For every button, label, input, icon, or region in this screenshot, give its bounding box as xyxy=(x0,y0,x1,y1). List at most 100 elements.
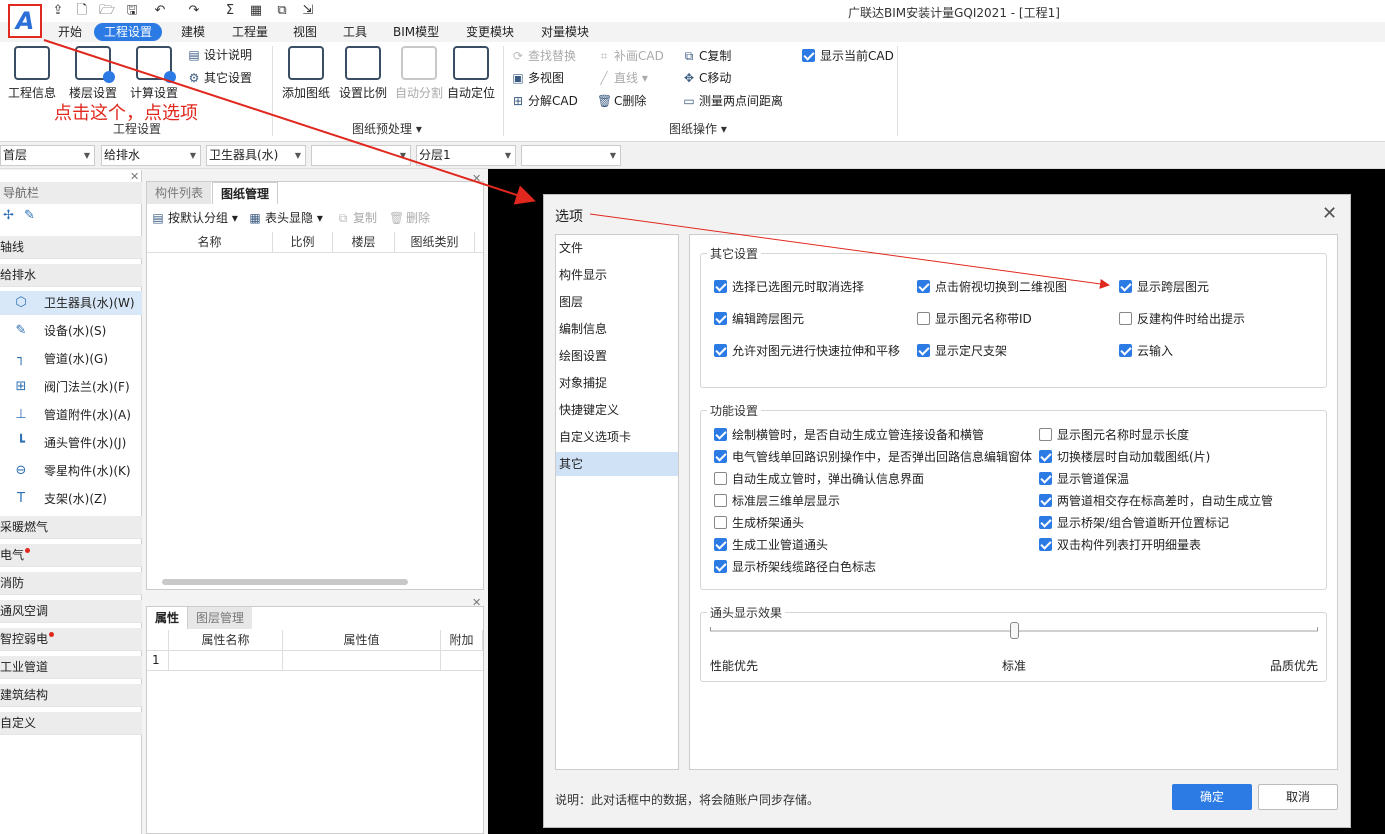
menu-quantity[interactable]: 工程量 xyxy=(232,23,268,41)
add-icon[interactable]: ✢ xyxy=(3,208,14,223)
column-header-scale[interactable]: 比例 xyxy=(273,232,333,252)
option-checkbox[interactable]: 生成工业管道通头 xyxy=(714,537,828,553)
discipline-select[interactable]: 给排水 ▼ xyxy=(101,145,201,166)
floor-settings-button[interactable]: 楼层设置 xyxy=(63,46,123,101)
nav-item[interactable]: ┗ 通头管件(水)(J) xyxy=(0,431,142,455)
option-checkbox[interactable]: 两管道相交存在标高差时，自动生成立管 xyxy=(1039,493,1273,509)
table-row[interactable]: 1 xyxy=(147,650,483,671)
sum-icon[interactable]: Σ xyxy=(222,3,238,19)
group-by-default-button[interactable]: ▤ 按默认分组 ▾ xyxy=(151,209,238,227)
nav-item[interactable]: ⬡ 卫生器具(水)(W) xyxy=(0,291,142,315)
menu-reconcile-module[interactable]: 对量模块 xyxy=(541,23,589,41)
nav-category[interactable]: 采暖燃气 xyxy=(0,516,142,539)
show-current-cad-checkbox[interactable]: 显示当前CAD xyxy=(802,47,894,65)
close-icon[interactable]: ✕ xyxy=(1322,203,1337,224)
nav-item[interactable]: ✎ 设备(水)(S) xyxy=(0,319,142,343)
patch-cad-button[interactable]: ⌗ 补画CAD xyxy=(597,47,664,65)
menu-start[interactable]: 开始 xyxy=(58,23,82,41)
grid-icon[interactable]: ▦ xyxy=(248,3,264,19)
auto-split-button[interactable]: 自动分割 xyxy=(389,46,449,101)
dialog-nav-item[interactable]: 编制信息 xyxy=(556,317,678,341)
save-icon[interactable]: 🖫 xyxy=(124,3,140,19)
column-header-property-name[interactable]: 属性名称 xyxy=(169,630,283,650)
option-checkbox[interactable]: 显示图元名称带ID xyxy=(917,311,1032,327)
menu-tools[interactable]: 工具 xyxy=(343,23,367,41)
new-file-icon[interactable]: 🗋 xyxy=(74,3,90,19)
close-icon[interactable]: ✕ xyxy=(472,596,481,609)
c-copy-button[interactable]: ⧉ C复制 xyxy=(682,47,732,65)
nav-category[interactable]: 智控弱电 xyxy=(0,628,142,651)
export-icon[interactable]: ⇲ xyxy=(300,3,316,19)
floor-select[interactable]: 首层 ▼ xyxy=(0,145,95,166)
tab-drawing-management[interactable]: 图纸管理 xyxy=(212,182,279,204)
nav-category[interactable]: 工业管道 xyxy=(0,656,142,679)
column-header-floor[interactable]: 楼层 xyxy=(333,232,395,252)
column-header-property-value[interactable]: 属性值 xyxy=(283,630,441,650)
option-checkbox[interactable]: 电气管线单回路识别操作中，是否弹出回路信息编辑窗体 xyxy=(714,449,1032,465)
nav-item[interactable]: ⊥ 管道附件(水)(A) xyxy=(0,403,142,427)
header-visibility-button[interactable]: ▦ 表头显隐 ▾ xyxy=(248,209,323,227)
option-checkbox[interactable]: 显示桥架线缆路径白色标志 xyxy=(714,559,876,575)
menu-modeling[interactable]: 建模 xyxy=(181,23,205,41)
copy-button[interactable]: ⧉ 复制 xyxy=(336,209,377,227)
option-checkbox[interactable]: 显示定尺支架 xyxy=(917,343,1007,359)
c-delete-button[interactable]: 🗑 C删除 xyxy=(597,92,646,110)
multi-view-button[interactable]: ▣ 多视图 xyxy=(511,69,564,87)
horizontal-scrollbar[interactable] xyxy=(162,579,408,585)
option-checkbox[interactable]: 显示管道保温 xyxy=(1039,471,1129,487)
nav-category[interactable]: 自定义 xyxy=(0,712,142,735)
option-checkbox[interactable]: 显示桥架/组合管道断开位置标记 xyxy=(1039,515,1229,531)
option-checkbox[interactable]: 显示图元名称时显示长度 xyxy=(1039,427,1189,443)
menu-change-module[interactable]: 变更模块 xyxy=(466,23,514,41)
auto-locate-button[interactable]: 自动定位 xyxy=(441,46,501,101)
menu-project-settings[interactable]: 工程设置 xyxy=(94,23,163,41)
open-folder-icon[interactable]: 🗁 xyxy=(99,3,115,19)
dialog-nav-item[interactable]: 快捷键定义 xyxy=(556,398,678,422)
fitting-effect-slider-knob[interactable] xyxy=(1010,622,1019,639)
nav-item[interactable]: ⊞ 阀门法兰(水)(F) xyxy=(0,375,142,399)
nav-category[interactable]: 电气 xyxy=(0,544,142,567)
calc-settings-button[interactable]: 计算设置 xyxy=(124,46,184,101)
copy-icon[interactable]: ⧉ xyxy=(274,3,290,19)
undo-icon[interactable]: ↶ xyxy=(152,3,168,19)
nav-category[interactable]: 通风空调 xyxy=(0,600,142,623)
add-drawing-button[interactable]: 添加图纸 xyxy=(276,46,336,101)
close-icon[interactable]: ✕ xyxy=(472,172,481,185)
nav-category-axis[interactable]: 轴线 xyxy=(0,236,142,259)
cancel-button[interactable]: 取消 xyxy=(1258,784,1338,810)
split-cad-button[interactable]: ⊞ 分解CAD xyxy=(511,92,578,110)
measure-distance-button[interactable]: ▭ 测量两点间距离 xyxy=(682,92,783,110)
project-info-button[interactable]: 工程信息 xyxy=(2,46,62,101)
option-checkbox[interactable]: 切换楼层时自动加载图纸(片) xyxy=(1039,449,1210,465)
option-checkbox[interactable]: 允许对图元进行快速拉伸和平移 xyxy=(714,343,900,359)
c-move-button[interactable]: ✥ C移动 xyxy=(682,69,731,87)
nav-item[interactable]: ┐ 管道(水)(G) xyxy=(0,347,142,371)
option-checkbox[interactable]: 云输入 xyxy=(1119,343,1173,359)
component-select[interactable]: ▼ xyxy=(311,145,411,166)
dialog-nav-item[interactable]: 其它 xyxy=(556,452,678,476)
app-logo-button[interactable]: A xyxy=(8,4,42,38)
option-checkbox[interactable]: 反建构件时给出提示 xyxy=(1119,311,1245,327)
dialog-nav-item[interactable]: 自定义选项卡 xyxy=(556,425,678,449)
option-checkbox[interactable]: 显示跨层图元 xyxy=(1119,279,1209,295)
tab-layer-management[interactable]: 图层管理 xyxy=(188,607,253,629)
dialog-nav-item[interactable]: 对象捕捉 xyxy=(556,371,678,395)
find-replace-button[interactable]: ⟳ 查找替换 xyxy=(511,47,576,65)
dialog-nav-item[interactable]: 文件 xyxy=(556,236,678,260)
option-checkbox[interactable]: 选择已选图元时取消选择 xyxy=(714,279,864,295)
dialog-nav-item[interactable]: 构件显示 xyxy=(556,263,678,287)
nav-category[interactable]: 消防 xyxy=(0,572,142,595)
option-checkbox[interactable]: 双击构件列表打开明细量表 xyxy=(1039,537,1201,553)
design-notes-button[interactable]: ▤ 设计说明 xyxy=(187,46,252,64)
delete-button[interactable]: 🗑 删除 xyxy=(389,209,430,227)
nav-category[interactable]: 建筑结构 xyxy=(0,684,142,707)
column-header-category[interactable]: 图纸类别 xyxy=(395,232,475,252)
tab-properties[interactable]: 属性 xyxy=(147,607,189,629)
upload-icon[interactable]: ⇪ xyxy=(50,3,66,19)
column-header-extra[interactable]: 附加 xyxy=(441,630,483,650)
option-checkbox[interactable]: 标准层三维单层显示 xyxy=(714,493,840,509)
edit-icon[interactable]: ✎ xyxy=(24,208,35,223)
line-button[interactable]: ╱ 直线 ▾ xyxy=(597,69,647,87)
redo-icon[interactable]: ↷ xyxy=(186,3,202,19)
other-settings-button[interactable]: ⚙ 其它设置 xyxy=(187,69,252,87)
